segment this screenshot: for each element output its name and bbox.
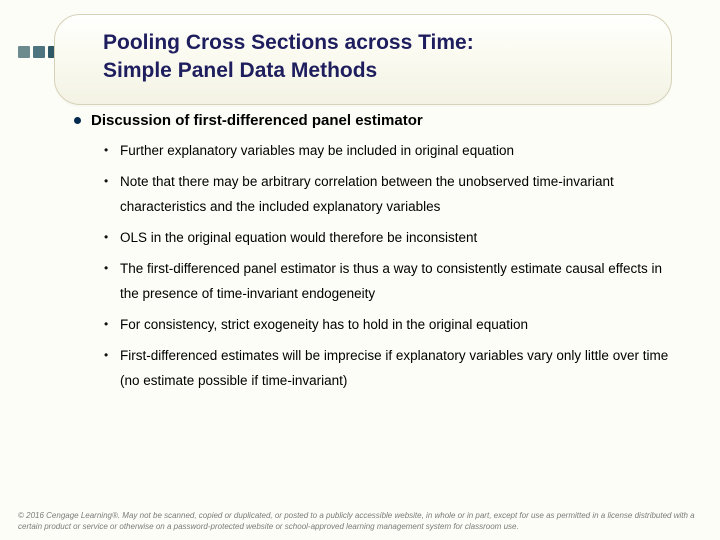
slide-body: Discussion of first-differenced panel es… <box>74 112 680 400</box>
list-item: OLS in the original equation would there… <box>104 226 680 251</box>
title-line-2: Simple Panel Data Methods <box>103 59 377 82</box>
bullet-icon <box>74 117 81 124</box>
slide-title-container: Pooling Cross Sections across Time: Simp… <box>54 14 672 105</box>
list-item: The first-differenced panel estimator is… <box>104 257 680 307</box>
square-icon <box>33 46 45 58</box>
list-item: First-differenced estimates will be impr… <box>104 344 680 394</box>
copyright-footer: © 2016 Cengage Learning®. May not be sca… <box>18 511 700 532</box>
title-line-1: Pooling Cross Sections across Time: <box>103 31 474 54</box>
sub-bullet-list: Further explanatory variables may be inc… <box>104 139 680 394</box>
square-icon <box>18 46 30 58</box>
list-item: For consistency, strict exogeneity has t… <box>104 313 680 338</box>
lead-bullet-row: Discussion of first-differenced panel es… <box>74 112 680 129</box>
list-item: Note that there may be arbitrary correla… <box>104 170 680 220</box>
slide-title: Pooling Cross Sections across Time: Simp… <box>103 29 623 86</box>
list-item: Further explanatory variables may be inc… <box>104 139 680 164</box>
lead-text: Discussion of first-differenced panel es… <box>91 112 423 129</box>
